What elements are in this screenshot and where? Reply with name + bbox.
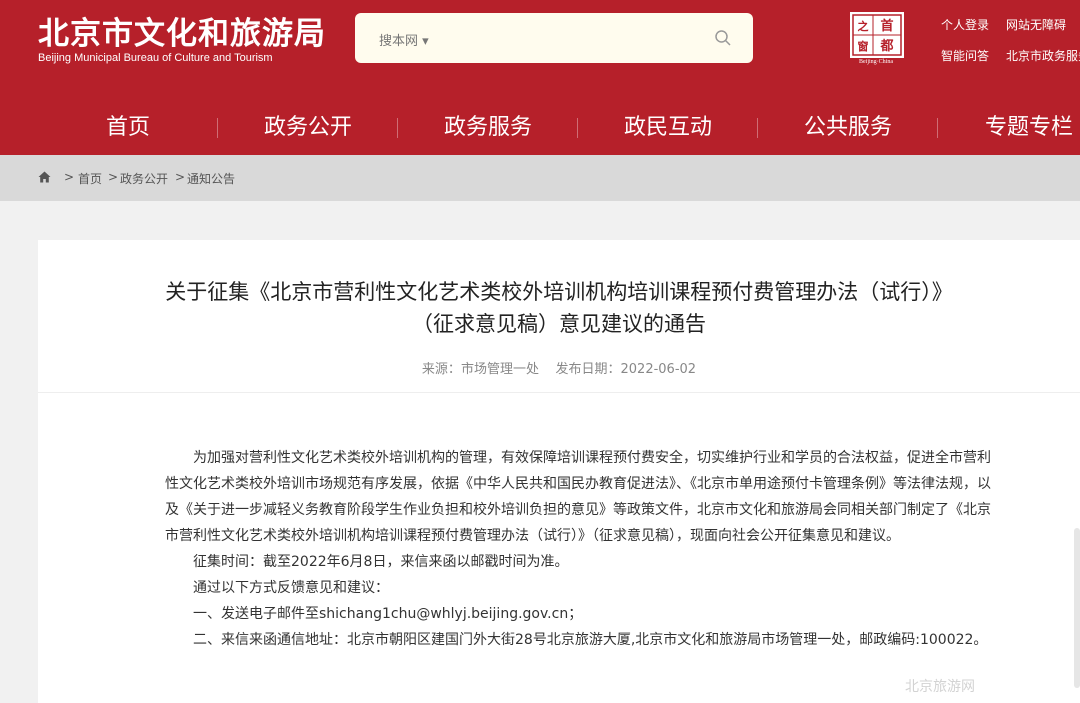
breadcrumb-separator: > xyxy=(175,170,186,184)
article-title: 关于征集《北京市营利性文化艺术类校外培训机构培训课程预付费管理办法（试行）》 （… xyxy=(38,276,1080,340)
article-title-line-2: （征求意见稿）意见建议的通告 xyxy=(412,312,706,336)
breadcrumb-home[interactable]: 首页 xyxy=(78,170,102,187)
emblem-caption: Beijing·China xyxy=(859,59,893,65)
article-paragraph: 通过以下方式反馈意见和建议： xyxy=(193,580,389,596)
article-paragraph: 二、来信来函通信地址：北京市朝阳区建国门外大街28号北京旅游大厦,北京市文化和旅… xyxy=(193,632,988,648)
article-paragraph: 征集时间：截至2022年6月8日，来信来函以邮戳时间为准。 xyxy=(193,554,569,570)
capital-window-emblem[interactable]: 首 之 都 窗 Beijing·China xyxy=(850,12,904,70)
gov-services-link[interactable]: 北京市政务服务 xyxy=(1006,47,1080,64)
accessibility-link[interactable]: 网站无障碍 xyxy=(1006,16,1066,33)
emblem-seal-icon: 首 之 都 窗 xyxy=(850,12,904,58)
main-nav: 首页 政务公开 政务服务 政民互动 公共服务 专题专栏 xyxy=(0,100,1080,155)
emblem-char-3: 都 xyxy=(879,38,893,54)
article-body: 为加强对营利性文化艺术类校外培训机构的管理，有效保障培训课程预付费安全，切实维护… xyxy=(165,445,991,653)
search-scope-dropdown[interactable]: 搜本网 ▾ xyxy=(379,30,429,49)
nav-item-home[interactable]: 首页 xyxy=(38,100,218,155)
date-label: 发布日期： xyxy=(555,362,621,377)
article-title-line-1: 关于征集《北京市营利性文化艺术类校外培训机构培训课程预付费管理办法（试行）》 xyxy=(165,280,953,304)
scrollbar-thumb[interactable] xyxy=(1074,528,1080,688)
nav-item-public-services[interactable]: 公共服务 xyxy=(758,100,938,155)
article-meta: 来源：市场管理一处 发布日期：2022-06-02 xyxy=(38,358,1080,377)
meta-divider xyxy=(38,392,1080,393)
emblem-char-2: 之 xyxy=(858,19,869,33)
emblem-char-4: 窗 xyxy=(858,39,869,53)
site-logo-title[interactable]: 北京市文化和旅游局 xyxy=(38,8,326,53)
breadcrumb: > 首页 > 政务公开 > 通知公告 xyxy=(0,155,1080,201)
article-paragraph: 一、发送电子邮件至shichang1chu@whlyj.beijing.gov.… xyxy=(193,606,583,622)
nav-item-interaction[interactable]: 政民互动 xyxy=(578,100,758,155)
article-panel: 关于征集《北京市营利性文化艺术类校外培训机构培训课程预付费管理办法（试行）》 （… xyxy=(38,240,1080,703)
breadcrumb-notices[interactable]: 通知公告 xyxy=(187,170,235,187)
nav-item-special-topics[interactable]: 专题专栏 xyxy=(938,100,1080,155)
nav-item-gov-affairs[interactable]: 政务公开 xyxy=(218,100,398,155)
home-icon[interactable] xyxy=(38,171,51,183)
article-paragraph: 为加强对营利性文化艺术类校外培训机构的管理，有效保障培训课程预付费安全，切实维护… xyxy=(165,450,991,544)
search-icon[interactable] xyxy=(713,28,733,48)
breadcrumb-separator: > xyxy=(108,170,119,184)
smart-qa-link[interactable]: 智能问答 xyxy=(941,47,989,64)
breadcrumb-gov-affairs[interactable]: 政务公开 xyxy=(120,170,168,187)
search-input[interactable] xyxy=(455,23,699,55)
personal-login-link[interactable]: 个人登录 xyxy=(941,16,989,33)
search-box: 搜本网 ▾ xyxy=(355,13,753,63)
watermark: 北京旅游网 xyxy=(905,679,975,695)
site-logo-subtitle: Beijing Municipal Bureau of Culture and … xyxy=(38,52,273,64)
article-source: 市场管理一处 xyxy=(460,362,539,377)
site-header: 北京市文化和旅游局 Beijing Municipal Bureau of Cu… xyxy=(0,0,1080,100)
source-label: 来源： xyxy=(421,362,461,377)
article-date: 2022-06-02 xyxy=(620,362,697,377)
breadcrumb-separator: > xyxy=(64,170,75,184)
emblem-char-1: 首 xyxy=(880,18,893,34)
nav-item-gov-services[interactable]: 政务服务 xyxy=(398,100,578,155)
